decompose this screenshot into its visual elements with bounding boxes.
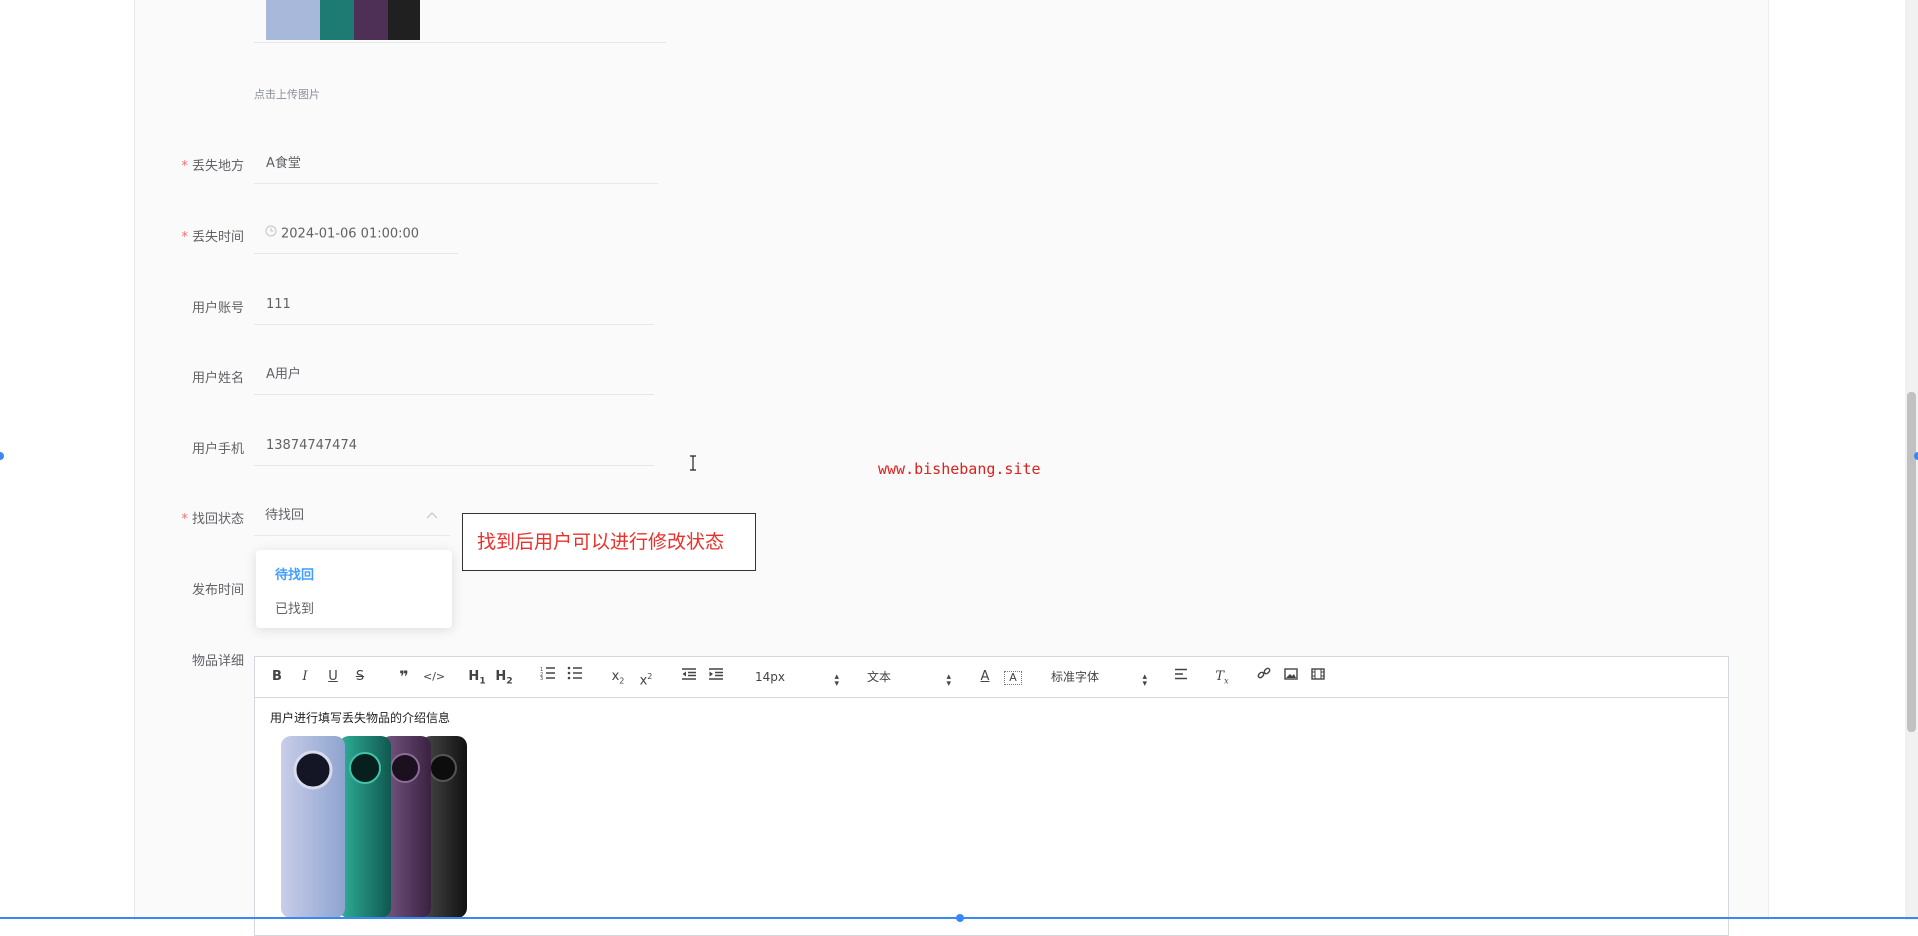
label-lost-place: * 丢失地方 — [181, 159, 244, 174]
indent-icon[interactable] — [707, 666, 725, 688]
status-dropdown: 待找回 已找到 — [256, 550, 452, 628]
label-status: * 找回状态 — [181, 512, 244, 527]
outdent-icon[interactable] — [680, 666, 698, 688]
status-select[interactable]: 待找回 — [254, 496, 450, 536]
lost-time-picker[interactable]: 2024-01-06 01:00:00 — [254, 214, 458, 254]
lost-time-value: 2024-01-06 01:00:00 — [281, 226, 420, 242]
code-block-icon[interactable]: </> — [423, 666, 445, 688]
strike-icon[interactable]: S — [352, 666, 368, 688]
select-arrows-icon: ▾ — [946, 679, 951, 689]
select-arrows-icon: ▾ — [834, 679, 839, 689]
watermark: www.bishebang.site — [878, 460, 1041, 478]
clear-format-icon[interactable]: Tx — [1213, 666, 1231, 688]
status-select-value: 待找回 — [265, 508, 305, 523]
svg-text:3: 3 — [540, 676, 543, 680]
status-option-pending[interactable]: 待找回 — [275, 564, 314, 583]
label-user-account: 用户账号 — [191, 301, 244, 316]
font-size-select[interactable]: 14px ▴ ▾ — [755, 666, 839, 689]
label-detail: 物品详细 — [191, 654, 244, 669]
user-name-input[interactable]: A用户 — [254, 355, 654, 395]
background-color-icon[interactable]: A — [1004, 671, 1022, 685]
h2-icon[interactable]: H2 — [493, 666, 515, 688]
font-size-value: 14px — [755, 670, 785, 684]
ordered-list-icon[interactable]: 123 — [539, 666, 557, 688]
subscript-icon[interactable]: x2 — [609, 666, 627, 688]
resize-handle[interactable] — [1914, 452, 1918, 460]
label-user-name: 用户姓名 — [191, 371, 244, 386]
chevron-up-icon — [426, 496, 438, 536]
label-user-phone: 用户手机 — [191, 442, 244, 457]
product-image[interactable] — [277, 734, 477, 924]
superscript-icon[interactable]: x2 — [637, 666, 655, 688]
resize-handle[interactable] — [956, 914, 964, 922]
panel-edge — [1768, 0, 1769, 920]
align-left-icon[interactable] — [1172, 666, 1190, 688]
bold-icon[interactable]: B — [269, 666, 285, 688]
underline-icon[interactable]: U — [325, 666, 341, 688]
uploaded-image[interactable] — [264, 0, 444, 40]
user-phone-input[interactable]: 13874747474 — [254, 426, 654, 466]
font-color-icon[interactable]: A — [977, 666, 993, 688]
format-select[interactable]: 文本 ▴ ▾ — [867, 666, 951, 689]
divider — [254, 42, 666, 43]
upload-hint[interactable]: 点击上传图片 — [254, 86, 320, 102]
editor-toolbar: B I U S ❞ </> H1 H2 123 x2 x2 14px ▴ ▾ 文… — [255, 657, 1728, 698]
link-icon[interactable] — [1255, 666, 1273, 688]
image-icon[interactable] — [1282, 666, 1300, 688]
video-icon[interactable] — [1309, 666, 1327, 688]
resize-handle[interactable] — [0, 452, 4, 460]
font-family-select[interactable]: 标准字体 ▴ ▾ — [1051, 666, 1147, 689]
callout-box: 找到后用户可以进行修改状态 — [462, 513, 756, 571]
rich-text-editor: B I U S ❞ </> H1 H2 123 x2 x2 14px ▴ ▾ 文… — [254, 656, 1729, 936]
label-publish-time: 发布时间 — [191, 583, 244, 598]
label-lost-time: * 丢失时间 — [181, 230, 244, 245]
scrollbar-thumb[interactable] — [1907, 392, 1916, 732]
font-family-value: 标准字体 — [1051, 670, 1100, 684]
editor-content-text[interactable]: 用户进行填写丢失物品的介绍信息 — [270, 709, 450, 726]
status-option-found[interactable]: 已找到 — [275, 598, 314, 617]
text-cursor-icon — [689, 455, 697, 475]
bullet-list-icon[interactable] — [566, 666, 584, 688]
format-value: 文本 — [867, 670, 892, 684]
italic-icon[interactable]: I — [297, 666, 313, 688]
select-arrows-icon: ▾ — [1142, 679, 1147, 689]
lost-place-input[interactable]: A食堂 — [254, 144, 658, 184]
blockquote-icon[interactable]: ❞ — [395, 666, 413, 688]
h1-icon[interactable]: H1 — [466, 666, 488, 688]
user-account-input[interactable]: 111 — [254, 285, 654, 325]
clock-icon — [265, 214, 277, 254]
